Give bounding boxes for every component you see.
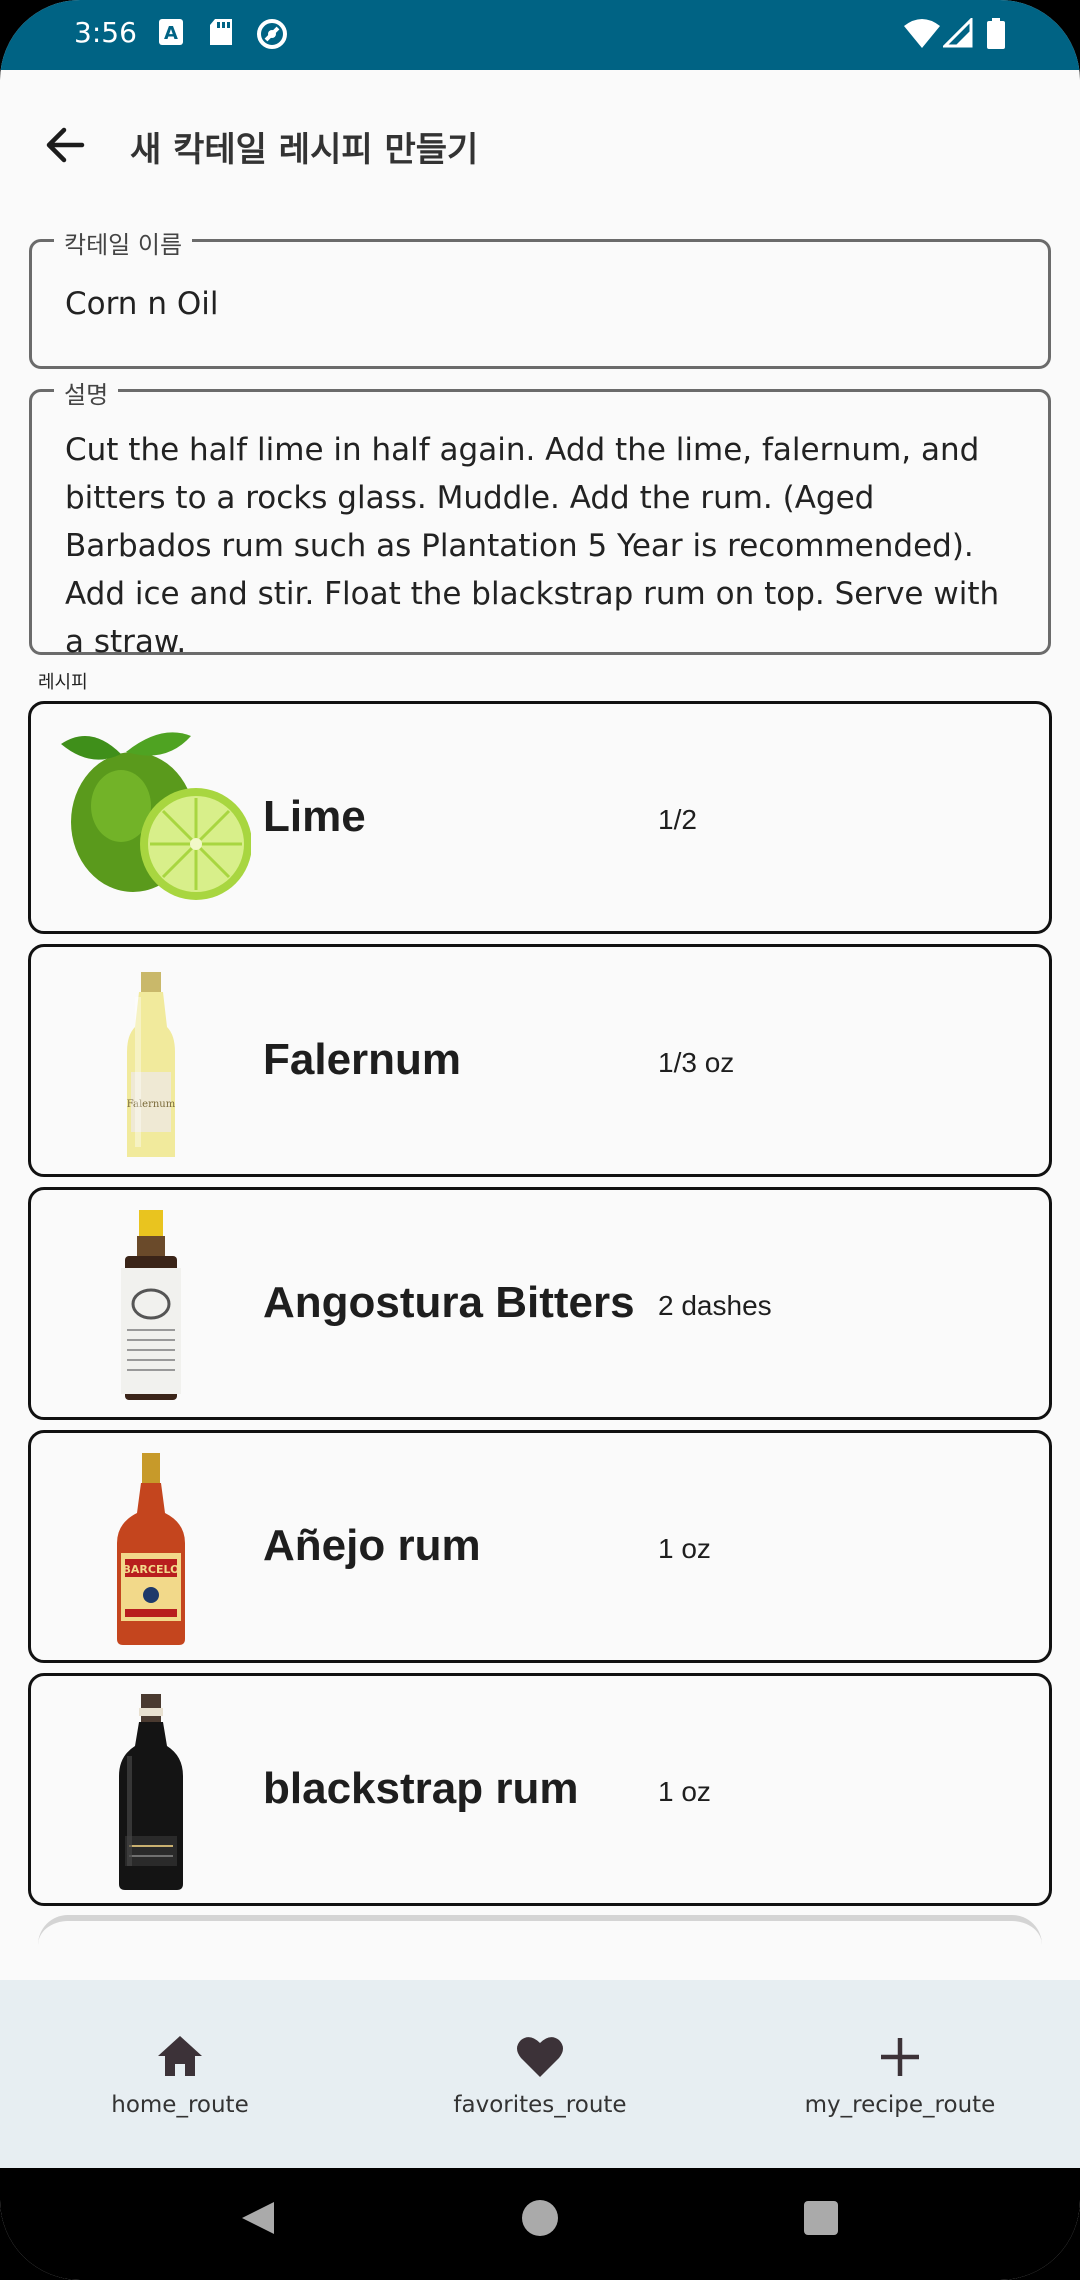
svg-text:A: A — [164, 23, 178, 44]
nav-item-favorites[interactable]: favorites_route — [360, 1980, 720, 2168]
back-triangle-icon[interactable] — [238, 2198, 278, 2243]
bottom-navigation: home_route favorites_route my_recipe_rou… — [0, 1980, 1080, 2168]
cocktail-name-value[interactable]: Corn n Oil — [65, 280, 1018, 328]
ingredient-card[interactable]: blackstrap rum 1 oz — [28, 1673, 1052, 1906]
heart-icon — [515, 2032, 565, 2082]
lime-image — [51, 714, 252, 924]
description-field[interactable]: 설명 Cut the half lime in half again. Add … — [29, 375, 1051, 660]
recipe-section-label: 레시피 — [38, 672, 88, 693]
nav-label: favorites_route — [453, 2092, 627, 2118]
system-navigation-bar — [0, 2168, 1080, 2280]
cocktail-name-field[interactable]: 칵테일 이름 Corn n Oil — [29, 225, 1051, 369]
app-screen: 3:56 A 새 칵테일 레시피 만들기 칵테일 이름 Corn n Oil 설… — [0, 0, 1080, 2280]
status-bar: 3:56 A — [0, 0, 1080, 70]
ingredient-card[interactable]: Falernum Falernum 1/3 oz — [28, 944, 1052, 1177]
a-icon: A — [158, 18, 184, 51]
ingredient-quantity: 1 oz — [658, 1533, 711, 1564]
battery-icon — [986, 18, 1006, 55]
ingredient-quantity: 1/2 — [658, 804, 697, 835]
description-label: 설명 — [54, 375, 119, 410]
page-title: 새 칵테일 레시피 만들기 — [130, 130, 479, 170]
ingredient-quantity: 2 dashes — [658, 1290, 772, 1321]
ingredient-quantity: 1 oz — [658, 1776, 711, 1807]
ingredient-quantity: 1/3 oz — [658, 1047, 735, 1078]
wifi-icon — [904, 18, 940, 53]
ingredient-name: blackstrap rum — [263, 1764, 579, 1813]
status-time: 3:56 — [74, 16, 137, 49]
ingredient-card[interactable]: Lime 1/2 — [28, 701, 1052, 934]
blackstrap-rum-bottle-image — [51, 1686, 251, 1896]
anejo-rum-bottle-image: BARCELO — [51, 1443, 251, 1653]
nav-label: my_recipe_route — [804, 2092, 996, 2118]
arrow-back-icon[interactable] — [36, 115, 96, 175]
nav-item-my-recipe[interactable]: my_recipe_route — [720, 1980, 1080, 2168]
sync-icon — [256, 18, 288, 55]
description-value[interactable]: Cut the half lime in half again. Add the… — [65, 426, 1018, 666]
ingredient-name: Falernum — [263, 1035, 462, 1084]
cocktail-name-label: 칵테일 이름 — [54, 225, 193, 260]
ingredient-card-partial — [38, 1915, 1042, 1955]
recents-square-icon[interactable] — [801, 2198, 841, 2243]
signal-icon — [941, 16, 973, 53]
angostura-bottle-image — [51, 1200, 251, 1410]
nav-item-home[interactable]: home_route — [0, 1980, 360, 2168]
ingredient-name: Lime — [263, 792, 366, 841]
top-app-bar: 새 칵테일 레시피 만들기 — [0, 70, 1080, 220]
nav-label: home_route — [111, 2092, 249, 2118]
sd-card-icon — [208, 18, 234, 51]
falernum-bottle-image: Falernum — [51, 957, 251, 1167]
ingredient-card[interactable]: BARCELO Añejo rum 1 oz — [28, 1430, 1052, 1663]
svg-text:BARCELO: BARCELO — [123, 1563, 180, 1576]
home-circle-icon[interactable] — [520, 2198, 560, 2243]
ingredient-name: Añejo rum — [263, 1521, 481, 1570]
plus-icon — [875, 2032, 925, 2082]
home-icon — [155, 2032, 205, 2082]
svg-text:Falernum: Falernum — [127, 1099, 176, 1110]
ingredient-card[interactable]: Angostura Bitters 2 dashes — [28, 1187, 1052, 1420]
ingredient-name: Angostura Bitters — [263, 1278, 635, 1327]
